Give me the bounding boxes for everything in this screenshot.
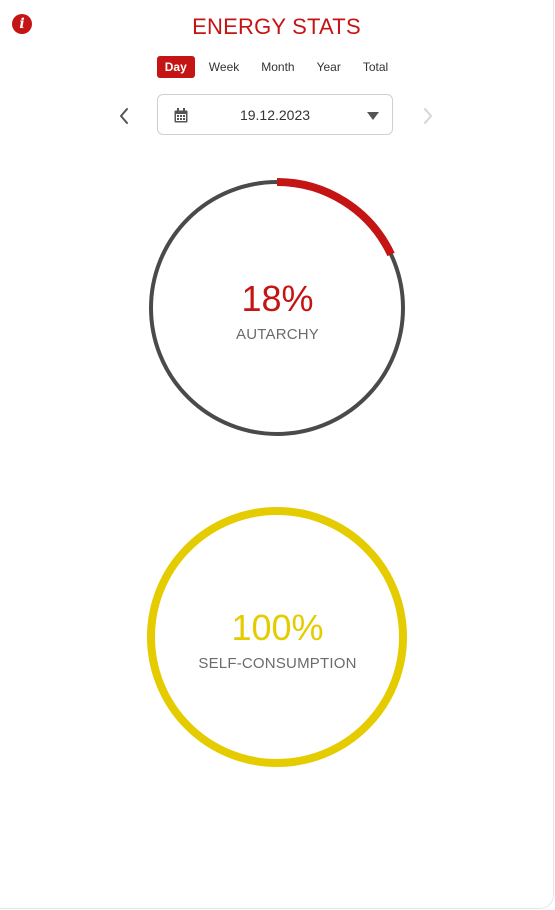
next-date-button[interactable] (421, 104, 435, 128)
chevron-left-icon (120, 108, 128, 124)
caret-down-icon (367, 112, 379, 120)
tab-month[interactable]: Month (253, 56, 302, 78)
date-value: 19.12.2023 (239, 107, 311, 123)
energy-stats-card: i ENERGY STATS Day Week Month Year Total… (0, 0, 554, 909)
page-title: ENERGY STATS (192, 14, 361, 39)
tab-week[interactable]: Week (201, 56, 247, 78)
tab-day[interactable]: Day (156, 56, 195, 78)
self-consumption-gauge: 100% SELF-CONSUMPTION (0, 505, 555, 769)
autarchy-value: 18% (241, 278, 314, 319)
self-consumption-label: SELF-CONSUMPTION (198, 655, 357, 672)
autarchy-gauge: 18% AUTARCHY (0, 176, 555, 440)
period-tabs: Day Week Month Year Total (0, 56, 553, 78)
previous-date-button[interactable] (117, 104, 131, 128)
tab-year[interactable]: Year (309, 56, 349, 78)
tab-total[interactable]: Total (355, 56, 396, 78)
autarchy-label: AUTARCHY (236, 326, 319, 343)
self-consumption-value: 100% (231, 607, 324, 648)
chevron-right-icon (424, 108, 432, 124)
date-picker[interactable]: 19.12.2023 (157, 94, 393, 135)
